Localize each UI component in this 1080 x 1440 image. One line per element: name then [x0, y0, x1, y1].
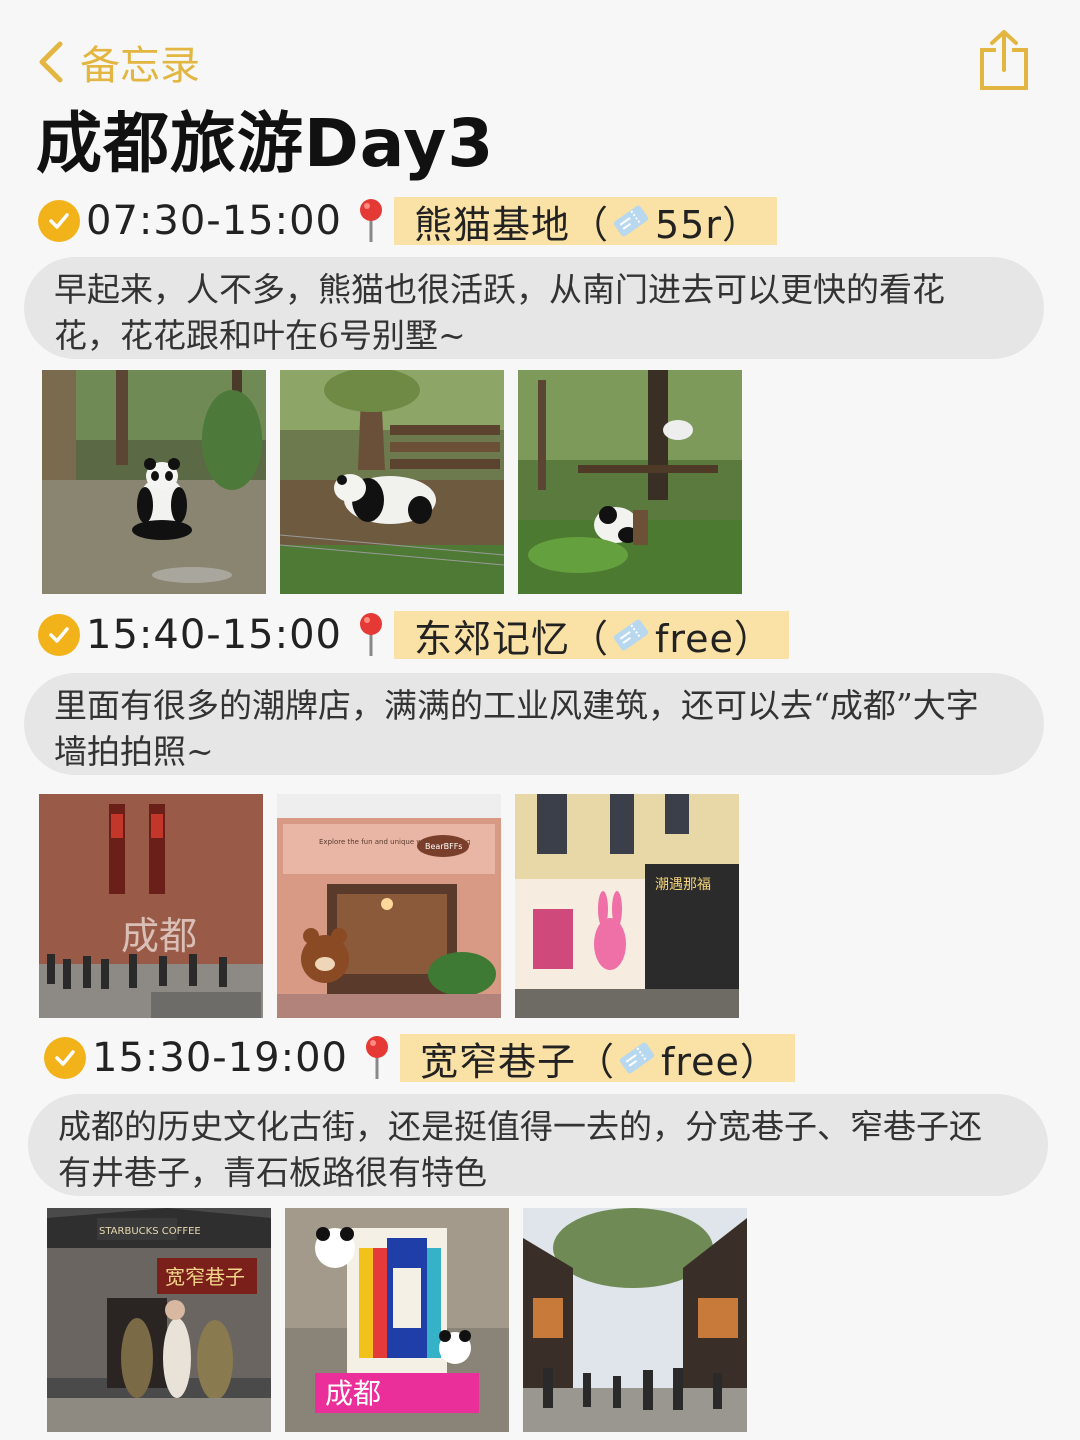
location-pin-icon — [359, 613, 382, 656]
kuanzhai-gate-photo[interactable]: STARBUCKS COFFEE 宽窄巷子 — [47, 1208, 271, 1432]
itinerary-section-1: 07:30-15:00 熊猫基地（ 55r） 早起来，人不多，熊猫也很活跃，从南… — [0, 195, 1080, 595]
share-button[interactable] — [974, 28, 1034, 94]
panda-sign-photo[interactable]: 成都 — [285, 1208, 509, 1432]
itinerary-header: 15:30-19:00 宽窄巷子（ free） — [44, 1032, 795, 1084]
checkmark-icon — [38, 614, 80, 656]
installation-sign-text: 成都 — [325, 1377, 381, 1410]
ticket-icon — [619, 1042, 655, 1074]
ticket-price: free） — [655, 616, 773, 661]
itinerary-header: 07:30-15:00 熊猫基地（ 55r） — [38, 195, 777, 247]
checkmark-icon — [44, 1037, 86, 1079]
note-text: 成都的历史文化古街，还是挺值得一去的，分宽巷子、窄巷子还有井巷子，青石板路很有特… — [28, 1094, 1048, 1196]
location-pin-icon — [365, 1036, 388, 1079]
wall-sign-text: 成都 — [121, 914, 197, 958]
old-street-photo[interactable] — [523, 1208, 747, 1432]
checkmark-icon — [38, 200, 80, 242]
location-pin-icon — [359, 199, 382, 242]
cafe-brand-text: BearBFFs — [425, 842, 462, 851]
panda-sitting-photo[interactable] — [42, 370, 266, 594]
navigation-bar: 备忘录 — [0, 0, 1080, 105]
photo-row — [42, 370, 742, 594]
pink-rabbit-shop-photo[interactable]: 潮遇那福 — [515, 794, 739, 1018]
place-name: 熊猫基地（ — [413, 202, 609, 247]
ticket-price: 55r） — [655, 202, 761, 247]
itinerary-section-3: 15:30-19:00 宽窄巷子（ free） 成都的历史文化古街，还是挺值得一… — [0, 1032, 1080, 1440]
chengdu-brick-wall-photo[interactable]: 成都 — [39, 794, 263, 1018]
place-tag: 熊猫基地（ 55r） — [393, 197, 777, 247]
time-range: 15:40-15:00 — [86, 612, 342, 658]
photo-row: 成都 Explore the fun and unique world of b… — [39, 794, 739, 1018]
share-icon — [980, 30, 1028, 90]
back-button[interactable]: 备忘录 — [34, 34, 200, 90]
place-name: 宽窄巷子（ — [419, 1039, 615, 1084]
note-title: 成都旅游Day3 — [36, 105, 495, 182]
place-tag: 宽窄巷子（ free） — [399, 1034, 795, 1084]
ticket-icon — [613, 205, 649, 237]
time-range: 07:30-15:00 — [86, 198, 342, 244]
shop-sign-text: 潮遇那福 — [655, 877, 711, 893]
place-tag: 东郊记忆（ free） — [393, 611, 789, 661]
place-name: 东郊记忆（ — [413, 616, 609, 661]
back-label: 备忘录 — [80, 43, 200, 89]
panda-eating-photo[interactable] — [518, 370, 742, 594]
bear-cafe-photo[interactable]: Explore the fun and unique world of baki… — [277, 794, 501, 1018]
coffee-sign-text: STARBUCKS COFFEE — [99, 1226, 201, 1237]
panda-walking-photo[interactable] — [280, 370, 504, 594]
note-text: 里面有很多的潮牌店，满满的工业风建筑，还可以去“成都”大字墙拍拍照~ — [24, 673, 1044, 775]
time-range: 15:30-19:00 — [92, 1035, 348, 1081]
itinerary-header: 15:40-15:00 东郊记忆（ free） — [38, 609, 789, 661]
note-text: 早起来，人不多，熊猫也很活跃，从南门进去可以更快的看花花，花花跟和叶在6号别墅~ — [24, 257, 1044, 359]
ticket-price: free） — [661, 1039, 779, 1084]
itinerary-section-2: 15:40-15:00 东郊记忆（ free） 里面有很多的潮牌店，满满的工业风… — [0, 609, 1080, 1029]
gate-sign-text: 宽窄巷子 — [165, 1265, 245, 1289]
chevron-left-icon — [39, 41, 63, 83]
photo-row: STARBUCKS COFFEE 宽窄巷子 成都 — [47, 1208, 747, 1432]
ticket-icon — [613, 619, 649, 651]
